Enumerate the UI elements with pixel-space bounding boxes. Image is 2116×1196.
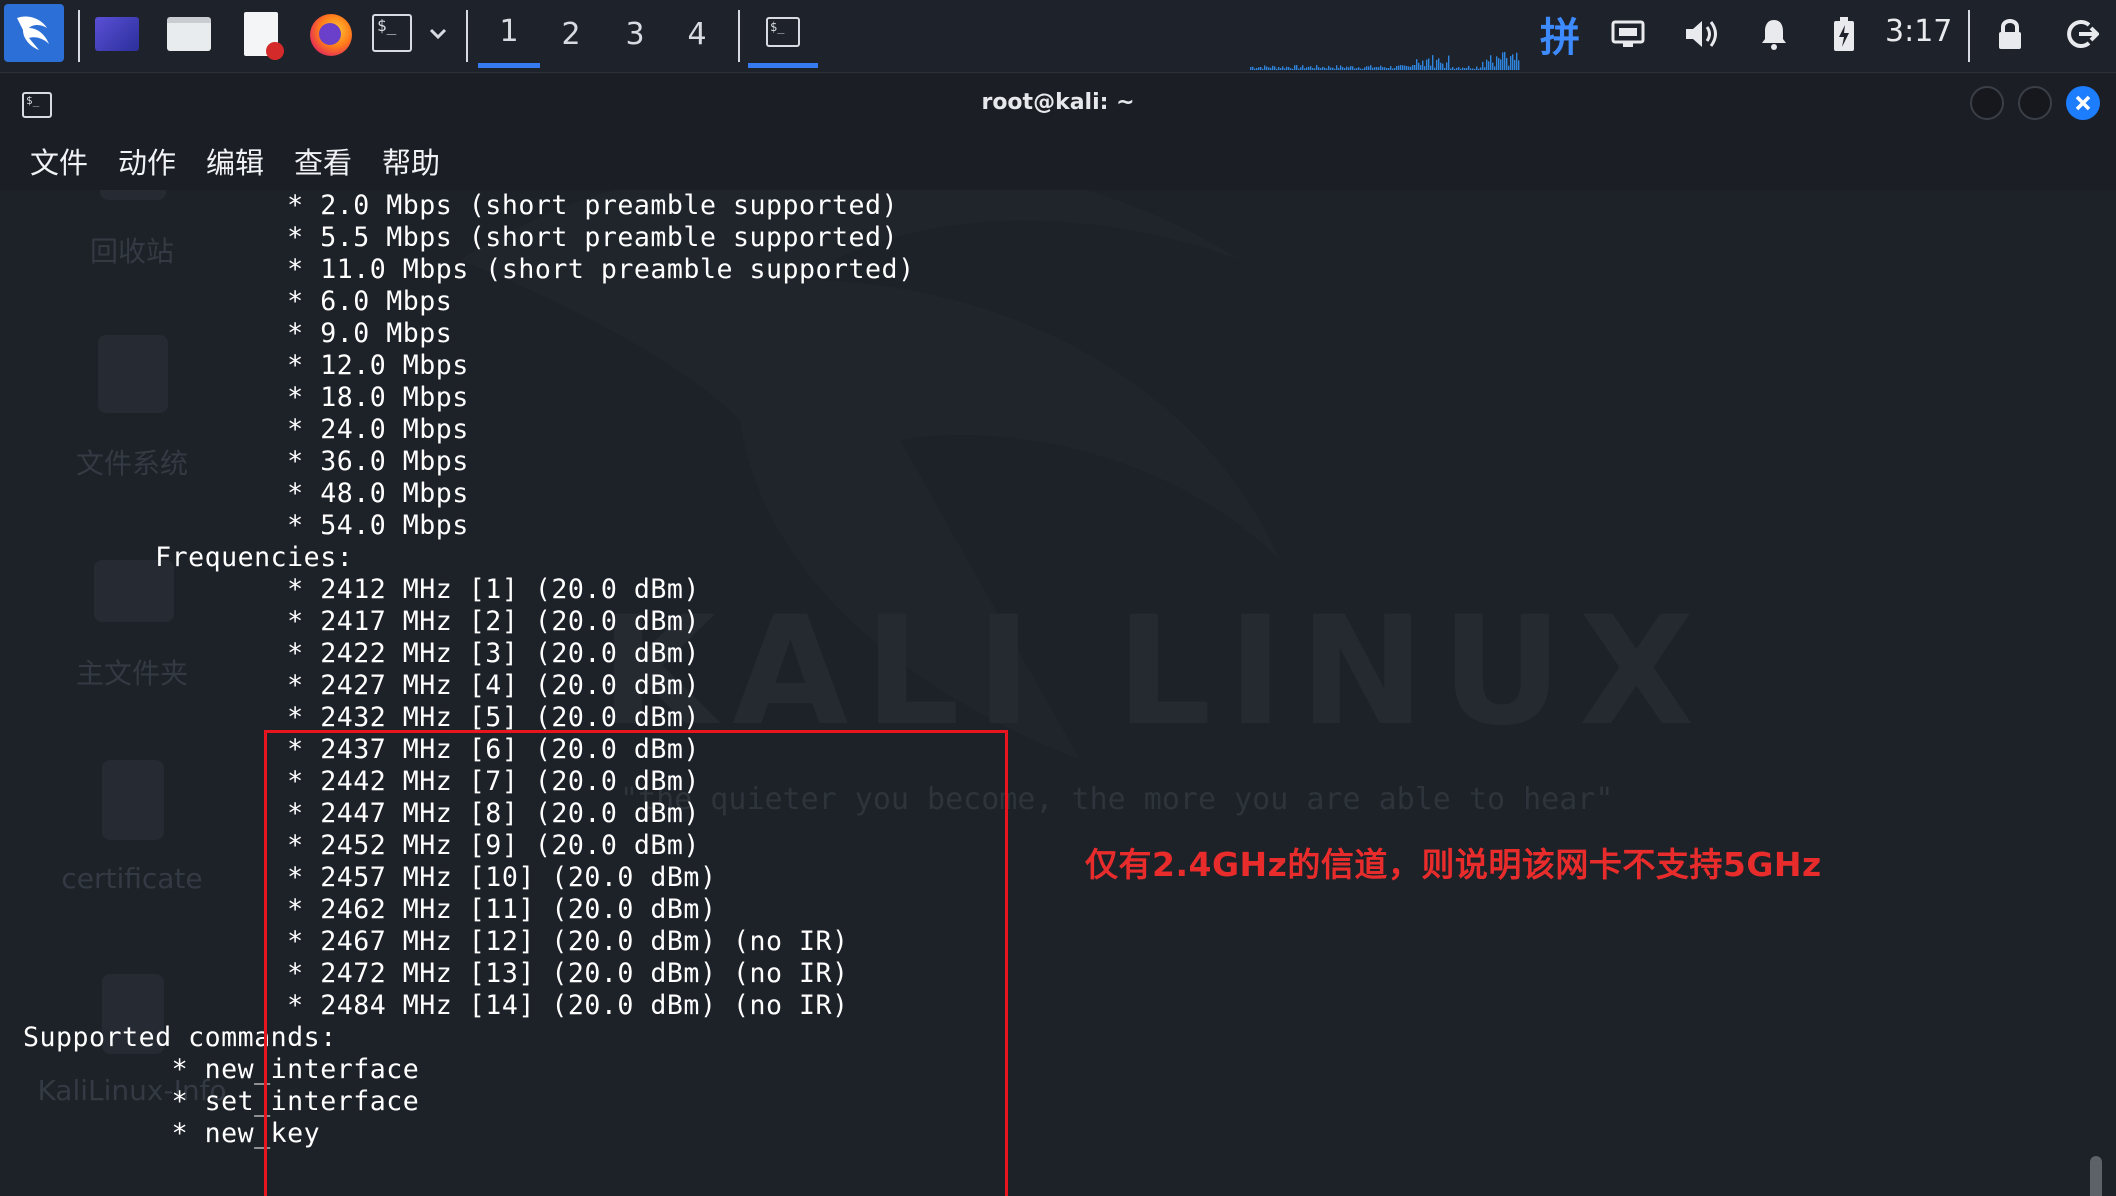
- terminal-scrollbar[interactable]: [2090, 1156, 2102, 1196]
- text-editor-icon[interactable]: [238, 10, 284, 60]
- terminal-line: * 2417 MHz [2] (20.0 dBm): [23, 606, 700, 637]
- terminal-line: * 48.0 Mbps: [23, 478, 469, 509]
- terminal-line: * 24.0 Mbps: [23, 414, 469, 445]
- annotation-text: 仅有2.4GHz的信道，则说明该网卡不支持5GHz: [1085, 845, 1822, 884]
- menu-view[interactable]: 查看: [294, 140, 352, 182]
- terminal-line: * 6.0 Mbps: [23, 286, 453, 317]
- logout-icon[interactable]: [2060, 12, 2104, 56]
- terminal-output[interactable]: KALI LINUX "the quieter you become, the …: [0, 190, 2116, 1196]
- battery-charging-icon[interactable]: [1826, 12, 1862, 56]
- workspace-1[interactable]: 1: [478, 0, 540, 68]
- terminal-line: * 12.0 Mbps: [23, 350, 469, 381]
- terminal-line: * 2427 MHz [4] (20.0 dBm): [23, 670, 700, 701]
- workspace-3[interactable]: 3: [604, 0, 666, 68]
- menu-file[interactable]: 文件: [30, 140, 88, 182]
- menu-bar: 文件 动作 编辑 查看 帮助: [0, 134, 2116, 190]
- clock[interactable]: 3:17: [1885, 14, 1952, 49]
- workspace-2[interactable]: 2: [540, 0, 602, 68]
- cpu-usage-graph: [1250, 51, 1520, 70]
- input-method-indicator[interactable]: 拼: [1532, 6, 1588, 62]
- chevron-down-icon[interactable]: [424, 20, 452, 48]
- terminal-line: * 2422 MHz [3] (20.0 dBm): [23, 638, 700, 669]
- close-button[interactable]: [2066, 86, 2100, 120]
- terminal-line: * 18.0 Mbps: [23, 382, 469, 413]
- lock-icon[interactable]: [1990, 12, 2030, 56]
- menu-edit[interactable]: 编辑: [206, 140, 264, 182]
- task-terminal-window[interactable]: $_: [748, 0, 818, 68]
- maximize-button[interactable]: [2018, 86, 2052, 120]
- frequencies-highlight-box: [264, 730, 1008, 1196]
- terminal-line: * 5.5 Mbps (short preamble supported): [23, 222, 899, 253]
- terminal-line: Frequencies:: [23, 542, 354, 573]
- terminal-line: * 54.0 Mbps: [23, 510, 469, 541]
- file-manager-icon[interactable]: [164, 14, 214, 54]
- kali-menu-icon[interactable]: [4, 4, 64, 62]
- close-icon: [2075, 95, 2091, 111]
- window-titlebar[interactable]: $_ root@kali: ~: [0, 74, 2116, 134]
- network-icon[interactable]: [1608, 14, 1648, 54]
- menu-help[interactable]: 帮助: [382, 140, 440, 182]
- terminal-icon: $_: [766, 16, 800, 47]
- terminal-line: * 36.0 Mbps: [23, 446, 469, 477]
- volume-icon[interactable]: [1680, 12, 1724, 56]
- terminal-line: * 9.0 Mbps: [23, 318, 453, 349]
- terminal-icon[interactable]: $_: [370, 12, 414, 54]
- notification-bell-icon[interactable]: [1754, 12, 1794, 56]
- menu-actions[interactable]: 动作: [118, 140, 176, 182]
- taskbar: $_ 1 2 3 4 $_ 拼 3:17: [0, 0, 2116, 73]
- workspace-4[interactable]: 4: [666, 0, 728, 68]
- terminal-line: * 11.0 Mbps (short preamble supported): [23, 254, 915, 285]
- desktop-icon[interactable]: [92, 14, 142, 54]
- terminal-line: * 2412 MHz [1] (20.0 dBm): [23, 574, 700, 605]
- firefox-icon[interactable]: [306, 10, 356, 60]
- terminal-line: * 2.0 Mbps (short preamble supported): [23, 190, 899, 221]
- minimize-button[interactable]: [1970, 86, 2004, 120]
- window-title: root@kali: ~: [981, 90, 1135, 115]
